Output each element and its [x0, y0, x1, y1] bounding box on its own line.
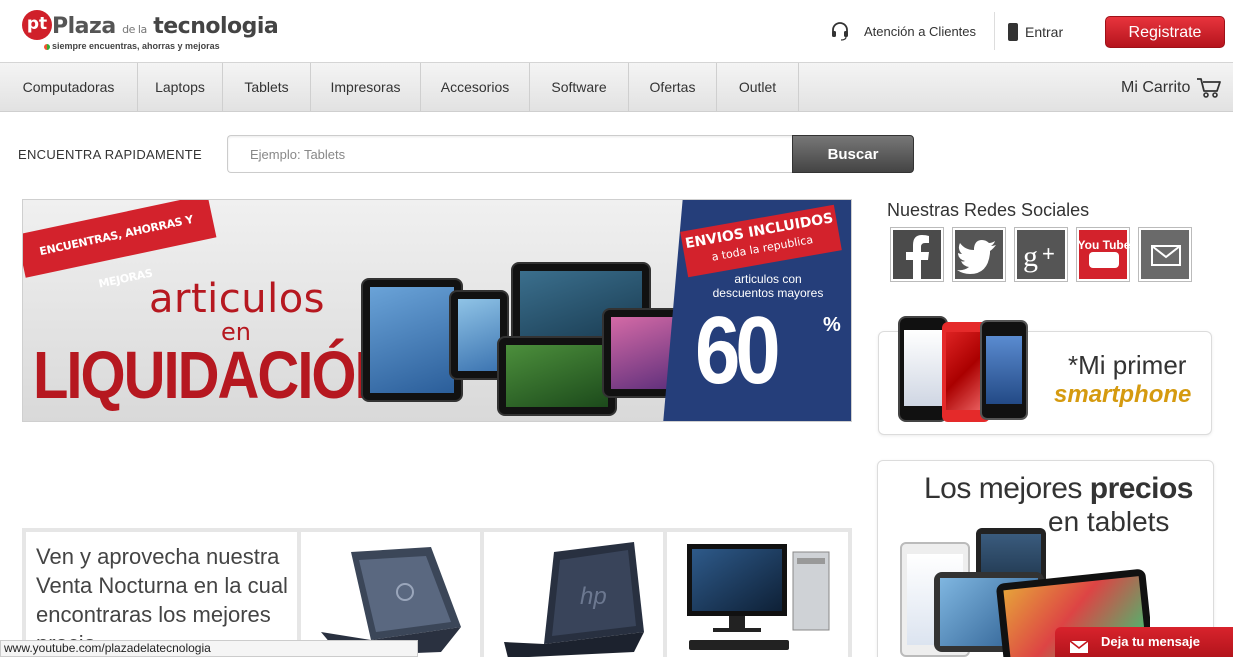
banner-line-liquidacion: LIQUIDACIÓN — [33, 338, 396, 413]
search-label: ENCUENTRA RAPIDAMENTE — [18, 147, 202, 162]
discount-unit: % — [823, 314, 841, 336]
tablet-blackberry-image — [497, 336, 617, 416]
product-card-laptop-dell[interactable] — [301, 532, 480, 657]
youtube-logo-text: You Tube — [1077, 238, 1131, 252]
nav-item-computadoras[interactable]: Computadoras — [0, 63, 138, 112]
envelope-icon — [1069, 635, 1089, 657]
nav-item-software[interactable]: Software — [530, 63, 629, 112]
email-button[interactable] — [1138, 227, 1192, 282]
logo-word-plaza: Plaza — [52, 14, 116, 39]
logo-tagline: siempre encuentras, ahorras y mejoras — [44, 41, 220, 51]
smartphones-image — [898, 316, 1033, 424]
logo-dots-icon — [44, 43, 50, 50]
site-logo[interactable]: pt Plaza de la tecnologia siempre encuen… — [22, 10, 279, 54]
product-card-desktop[interactable] — [667, 532, 848, 657]
customer-support-label: Atención a Clientes — [864, 23, 977, 39]
tablets-promo-title-prefix: Los mejores — [924, 472, 1082, 505]
logo-word-tecnologia: tecnologia — [153, 14, 279, 39]
logo-tagline-text: siempre encuentras, ahorras y mejoras — [52, 41, 220, 51]
smartphone-promo-title: *Mi primer — [1068, 350, 1187, 380]
tablets-promo-title: Los mejores precios — [924, 472, 1193, 506]
facebook-button[interactable] — [890, 227, 944, 282]
nav-item-laptops[interactable]: Laptops — [138, 63, 223, 112]
phone-iphone-image — [980, 320, 1028, 420]
google-plus-button[interactable]: g + — [1014, 227, 1068, 282]
customer-support-link[interactable]: Atención a Clientes — [830, 20, 976, 42]
svg-text:+: + — [1042, 241, 1055, 266]
cart-link[interactable]: Mi Carrito — [1121, 63, 1222, 112]
nav-item-accesorios[interactable]: Accesorios — [421, 63, 530, 112]
google-plus-icon: g + — [1023, 240, 1055, 273]
tablets-promo-title-bold: precios — [1089, 472, 1194, 505]
cart-label: Mi Carrito — [1121, 78, 1191, 96]
liquidation-banner[interactable]: ENCUENTRAS, AHORRAS Y MEJORAS articulos … — [22, 199, 852, 422]
shopping-cart-icon — [1196, 77, 1222, 99]
nav-item-tablets[interactable]: Tablets — [223, 63, 311, 112]
desktop-computer-image — [687, 544, 830, 650]
twitter-icon — [957, 240, 996, 274]
laptop-dell-image — [321, 547, 461, 656]
browser-status-bar: www.youtube.com/plazadelatecnologia — [0, 640, 418, 657]
login-label: Entrar — [1025, 24, 1064, 40]
svg-text:g: g — [1023, 240, 1038, 273]
search-button[interactable]: Buscar — [792, 135, 914, 173]
leave-message-label: Deja tu mensaje — [1101, 634, 1200, 649]
product-card-laptop-hp[interactable]: hp — [484, 532, 663, 657]
banner-line-articulos: articulos — [149, 276, 326, 322]
logo-badge: pt — [22, 10, 52, 40]
leave-message-button[interactable]: Deja tu mensaje — [1055, 627, 1233, 657]
facebook-icon — [906, 235, 929, 280]
laptop-hp-image: hp — [504, 542, 644, 657]
nav-item-impresoras[interactable]: Impresoras — [311, 63, 421, 112]
login-link[interactable]: Entrar — [1008, 20, 1063, 44]
phone-black-image — [898, 316, 948, 422]
youtube-button[interactable]: You Tube — [1076, 227, 1130, 282]
youtube-icon — [1089, 252, 1119, 268]
social-title: Nuestras Redes Sociales — [887, 200, 1090, 220]
banner-tablets-image — [357, 258, 697, 418]
envelope-icon — [1151, 245, 1181, 266]
site-header: pt Plaza de la tecnologia siempre encuen… — [0, 0, 1233, 60]
tablet-ipad-image — [361, 278, 463, 402]
banner-ribbon: ENCUENTRAS, AHORRAS Y MEJORAS — [23, 200, 217, 291]
logo-name: Plaza de la tecnologia — [52, 14, 279, 39]
search-input[interactable] — [227, 135, 797, 173]
headset-icon — [830, 21, 850, 41]
twitter-button[interactable] — [952, 227, 1006, 282]
header-divider — [994, 12, 995, 50]
svg-text:hp: hp — [580, 583, 607, 610]
phone-icon — [1008, 23, 1018, 41]
logo-word-dela: de la — [122, 23, 147, 36]
nav-item-outlet[interactable]: Outlet — [717, 63, 799, 112]
nav-item-ofertas[interactable]: Ofertas — [629, 63, 717, 112]
youtube-label: You Tube — [1077, 238, 1131, 252]
discount-value: 60 — [695, 297, 781, 404]
register-button[interactable]: Registrate — [1105, 16, 1225, 48]
smartphone-promo-subtitle: smartphone — [1054, 381, 1192, 408]
main-nav: Computadoras Laptops Tablets Impresoras … — [0, 62, 1233, 112]
